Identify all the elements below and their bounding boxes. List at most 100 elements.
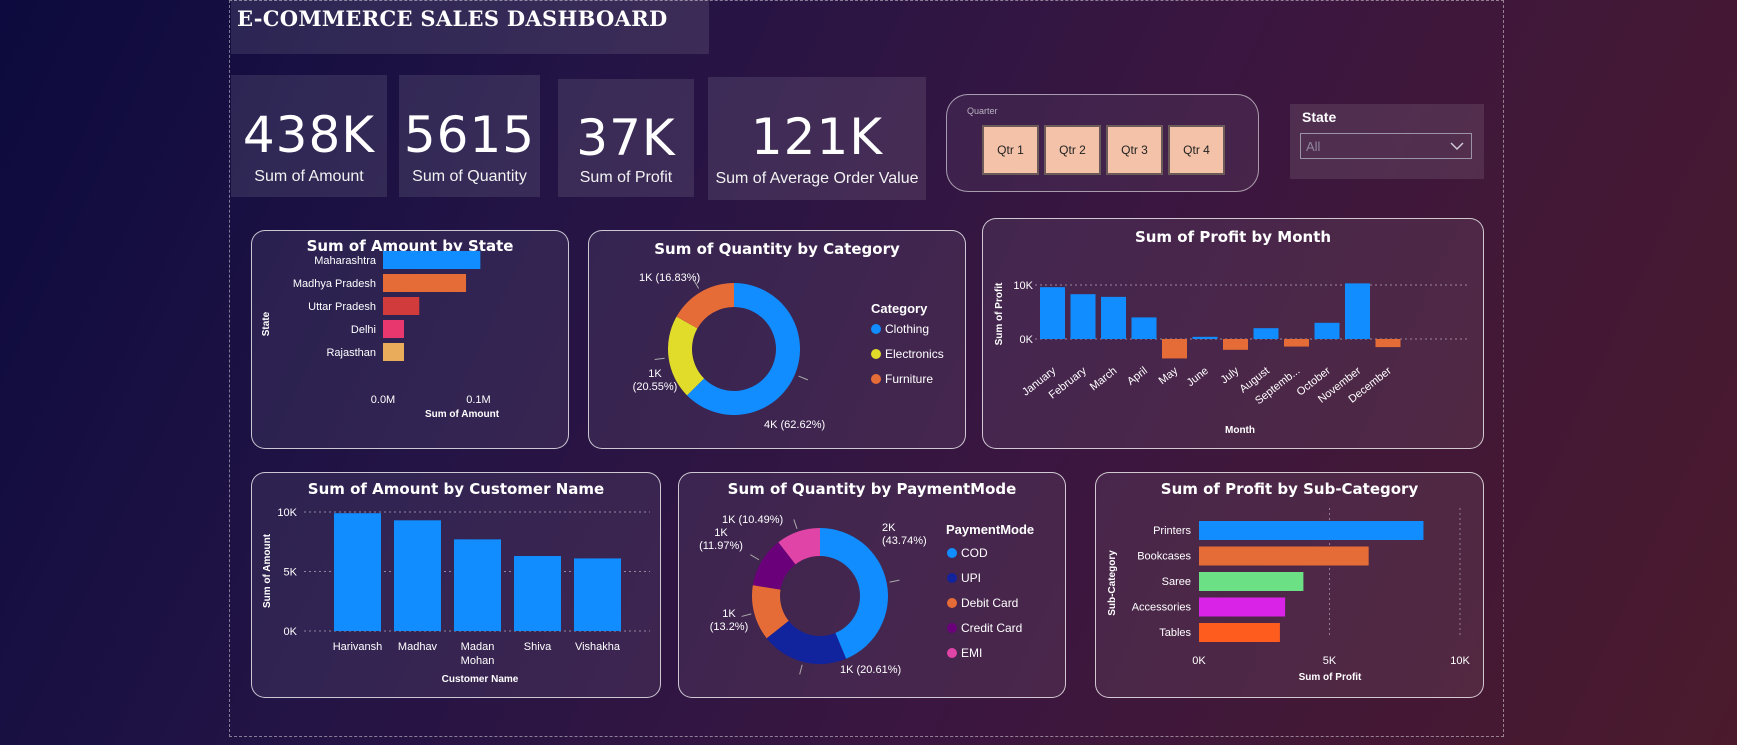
quantity-by-paymentmode-chart: 2K(43.74%)1K (20.61%)1K(13.2%)1K(11.97%)…: [699, 514, 1034, 676]
kpi-value: 438K: [242, 106, 376, 164]
kpi-label: Sum of Average Order Value: [715, 170, 919, 187]
y-axis-label: Sum of Amount: [262, 533, 273, 608]
bar-category-label: Tables: [1159, 627, 1191, 639]
legend-label: UPI: [961, 571, 981, 585]
leader-line: [654, 357, 665, 361]
state-slicer-caption: State: [1302, 109, 1337, 125]
chevron-down-icon: [1450, 142, 1464, 151]
bar-9: [1314, 322, 1340, 339]
quarter-button-qtr2[interactable]: Qtr 2: [1044, 125, 1101, 175]
quantity-by-category-chart: 4K (62.62%) 1K(20.55%) 1K (16.83%) Category…: [633, 272, 944, 431]
legend-marker: [947, 573, 957, 583]
bar-0: [334, 513, 381, 631]
legend-label: COD: [961, 546, 988, 560]
bar-10: [1345, 283, 1370, 339]
amount-by-state-chart: Maharashtra Madhya Pradesh Uttar Pradesh De…: [261, 251, 500, 420]
x-axis-label: Customer Name: [442, 674, 519, 685]
x-tick-label: 5K: [1323, 655, 1337, 667]
kpi-card-amount[interactable]: 438K Sum of Amount: [231, 75, 387, 197]
legend-label: Clothing: [885, 322, 929, 336]
leader-line: [741, 613, 752, 617]
profit-by-month-chart: 10K0KJanuaryFebruary March April May June Jul…: [994, 280, 1468, 436]
x-tick-label: April: [1125, 365, 1150, 388]
quarter-button-qtr3[interactable]: Qtr 3: [1106, 125, 1163, 175]
y-tick-label: 0K: [284, 626, 298, 638]
y-axis-label: Sum of Profit: [994, 282, 1005, 345]
x-tick-label: Madan: [461, 641, 495, 653]
legend-label: Credit Card: [961, 621, 1022, 635]
bar-0: [1040, 287, 1065, 339]
kpi-card-quantity[interactable]: 5615 Sum of Quantity: [399, 75, 540, 197]
kpi-value: 5615: [403, 106, 536, 164]
bar-category-label: Uttar Pradesh: [308, 301, 376, 313]
data-label: 1K: [714, 527, 728, 539]
data-label: (13.2%): [710, 621, 749, 633]
chart-card-quantity-by-category: Sum of Quantity by Category 4K (62.62%) 1…: [588, 230, 966, 449]
legend-title: Category: [871, 301, 928, 316]
bar-4: [1199, 623, 1280, 642]
bar-4: [383, 343, 404, 361]
page-title: E-COMMERCE SALES DASHBOARD: [237, 6, 668, 31]
x-tick-label: 0K: [1192, 655, 1206, 667]
kpi-card-profit[interactable]: 37K Sum of Profit: [558, 79, 694, 197]
x-tick-label: Shiva: [524, 641, 552, 653]
y-axis-label: Sub-Category: [1107, 550, 1118, 616]
legend-marker: [947, 548, 957, 558]
x-tick-label: Vishakha: [575, 641, 621, 653]
chart-card-amount-by-state: Sum of Amount by State Maharashtra Madhya…: [251, 230, 569, 449]
bar-category-label: Delhi: [351, 324, 376, 336]
x-axis-label: Sum of Amount: [425, 409, 500, 420]
kpi-card-avg-order-value[interactable]: 121K Sum of Average Order Value: [708, 77, 926, 200]
bar-2: [454, 539, 501, 631]
x-tick-label: June: [1185, 365, 1211, 389]
x-axis-label: Sum of Profit: [1299, 672, 1362, 683]
bar-4: [574, 558, 621, 631]
data-label: (11.97%): [699, 540, 743, 552]
bar-1: [383, 274, 467, 292]
legend-marker: [871, 324, 881, 334]
legend-marker: [871, 349, 881, 359]
kpi-value: 37K: [576, 109, 676, 167]
state-slicer: State All: [1290, 104, 1484, 179]
y-tick-label: 0K: [1020, 334, 1034, 346]
bar-1: [394, 520, 441, 631]
kpi-label: Sum of Quantity: [412, 168, 527, 185]
kpi-label: Sum of Profit: [579, 169, 673, 186]
data-label: (43.74%): [882, 535, 927, 547]
bar-category-label: Maharashtra: [314, 255, 377, 267]
bar-category-label: Bookcases: [1137, 551, 1191, 563]
state-dropdown[interactable]: All: [1300, 133, 1472, 159]
data-label: 1K (16.83%): [639, 272, 700, 284]
legend-marker: [871, 374, 881, 384]
chart-card-profit-by-subcategory: Sum of Profit by Sub-Category 0K 5K 10K Pri…: [1095, 472, 1484, 698]
bar-2: [383, 297, 420, 315]
legend-marker: [947, 648, 957, 658]
data-label: (20.55%): [633, 381, 678, 393]
bar-2: [1101, 296, 1126, 339]
amount-by-customer-chart: 10K 5K 0K Harivansh Madhav Madan Mohan Shiva Vis…: [262, 507, 650, 685]
leader-line: [889, 579, 900, 583]
data-label: 1K: [648, 368, 662, 380]
legend-label: Electronics: [885, 347, 944, 361]
bar-11: [1375, 339, 1401, 348]
bar-1: [1199, 546, 1369, 566]
y-tick-label: 10K: [1013, 280, 1033, 292]
chart-card-quantity-by-paymentmode: Sum of Quantity by PaymentMode 2K (43.74%…: [678, 472, 1066, 698]
kpi-label: Sum of Amount: [254, 168, 364, 185]
bar-category-label: Printers: [1153, 525, 1191, 537]
data-label: 1K (20.61%): [840, 664, 901, 676]
x-tick-label: 0.1M: [466, 394, 490, 406]
chart-card-amount-by-customer: Sum of Amount by Customer Name 10K 5K 0K Ha…: [251, 472, 661, 698]
x-tick-label: Harivansh: [333, 641, 383, 653]
bar-category-label: Madhya Pradesh: [293, 278, 376, 290]
quarter-button-qtr1[interactable]: Qtr 1: [982, 125, 1039, 175]
x-tick-label: May: [1157, 365, 1181, 388]
legend-label: EMI: [961, 646, 982, 660]
bar-1: [1070, 294, 1096, 339]
x-tick-label: March: [1088, 365, 1119, 393]
quarter-slicer-caption: Quarter: [967, 106, 998, 116]
profit-by-subcategory-chart: 0K 5K 10K Printers Bookcases Saree Accessories…: [1107, 508, 1470, 683]
bar-0: [1199, 521, 1424, 540]
kpi-value: 121K: [750, 108, 884, 166]
quarter-button-qtr4[interactable]: Qtr 4: [1168, 125, 1225, 175]
